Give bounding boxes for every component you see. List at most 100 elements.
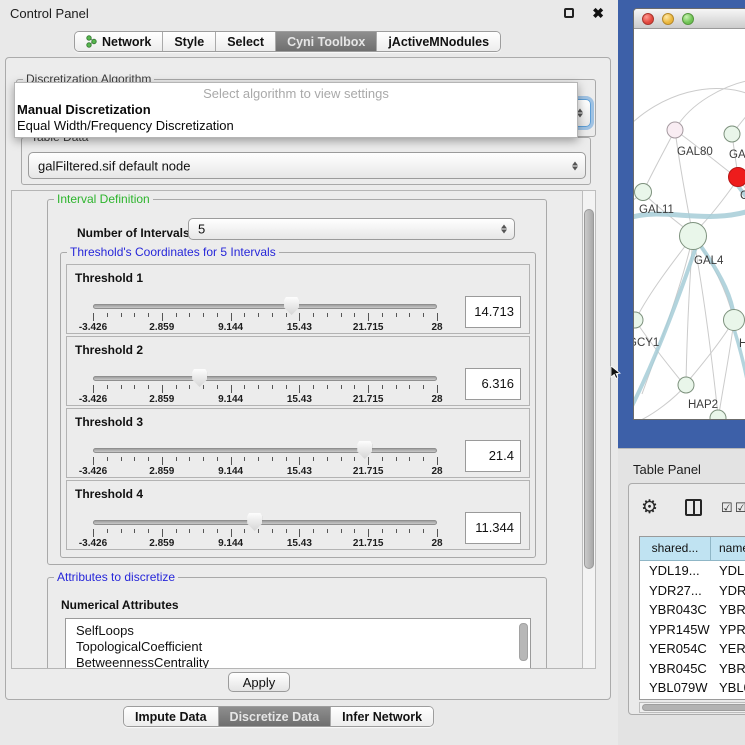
tab-select[interactable]: Select — [216, 32, 276, 51]
network-edge[interactable] — [639, 385, 686, 420]
mode-tab-discretize-data[interactable]: Discretize Data — [219, 707, 332, 726]
slider-tick — [437, 385, 438, 393]
table-hscrollbar[interactable] — [639, 702, 745, 713]
slider-tick-label: -3.426 — [79, 394, 107, 405]
node-hap2[interactable] — [678, 377, 694, 393]
checkbox-icon[interactable]: ☑ — [721, 500, 733, 516]
float-window-icon[interactable] — [564, 8, 574, 18]
slider-tick — [121, 529, 122, 533]
slider-thumb[interactable] — [247, 513, 262, 531]
table-row[interactable]: YDR27...YDR27 — [640, 581, 745, 601]
checkbox-icon[interactable]: ☑ — [735, 500, 745, 516]
slider-tick — [409, 313, 410, 317]
table-row[interactable]: YER054CYER054C — [640, 639, 745, 659]
network-edge[interactable] — [689, 320, 734, 380]
network-edge[interactable] — [675, 79, 745, 130]
tab-label: Style — [174, 35, 204, 49]
threshold-rows: Threshold 1-3.4262.8599.14415.4321.71528… — [66, 264, 530, 552]
settings-scrollbar-thumb[interactable] — [584, 209, 594, 569]
desktop-background: GAL80GACGAL11GAL4GCY1HHAP2 Table Panel ⚙… — [618, 0, 745, 745]
node-label-ga: GA — [729, 149, 745, 161]
attributes-group: Attributes to discretize Numerical Attri… — [47, 577, 547, 669]
tab-cyni-toolbox[interactable]: Cyni Toolbox — [276, 32, 377, 51]
close-traffic-light-icon[interactable] — [642, 13, 654, 25]
dropdown-item-equal-width-frequency[interactable]: Equal Width/Frequency Discretization — [15, 117, 577, 133]
threshold-value-field[interactable]: 14.713 — [465, 296, 521, 328]
node-top-right[interactable] — [724, 126, 740, 142]
table-row[interactable]: YBR045CYBR045C — [640, 659, 745, 679]
tab-network[interactable]: Network — [75, 32, 163, 51]
threshold-slider[interactable]: -3.4262.8599.14415.4321.71528 — [93, 481, 437, 551]
network-edge[interactable] — [644, 130, 675, 190]
node-h[interactable] — [724, 310, 745, 331]
table-header[interactable]: shared...name — [640, 537, 745, 561]
network-edge[interactable] — [634, 88, 745, 129]
table-data-combo[interactable]: galFiltered.sif default node — [28, 152, 586, 179]
threshold-slider[interactable]: -3.4262.8599.14415.4321.71528 — [93, 337, 437, 407]
attribute-item-topologicalcoefficient[interactable]: TopologicalCoefficient — [66, 639, 530, 655]
slider-tick — [134, 385, 135, 389]
network-canvas[interactable]: GAL80GACGAL11GAL4GCY1HHAP2 — [634, 29, 745, 420]
network-window-titlebar[interactable] — [634, 9, 745, 29]
numerical-attributes-list[interactable]: SelfLoopsTopologicalCoefficientBetweenne… — [65, 618, 531, 669]
settings-scrollbar[interactable] — [582, 190, 596, 669]
node-gal11[interactable] — [635, 184, 652, 201]
tab-jactivemnodules[interactable]: jActiveMNodules — [377, 32, 500, 51]
slider-tick — [217, 529, 218, 533]
threshold-slider[interactable]: -3.4262.8599.14415.4321.71528 — [93, 265, 437, 335]
split-columns-icon[interactable] — [685, 499, 702, 516]
cell-name: YER054C — [711, 639, 745, 659]
dropdown-item-manual-discretization[interactable]: Manual Discretization — [15, 101, 577, 117]
network-graph: GAL80GACGAL11GAL4GCY1HHAP2 — [634, 29, 745, 420]
slider-tick — [437, 313, 438, 321]
network-edge[interactable] — [696, 179, 738, 231]
slider-tick-label: 15.43 — [287, 538, 312, 549]
slider-tick — [368, 385, 369, 393]
close-icon[interactable]: ✖ — [592, 5, 604, 22]
node-gal80[interactable] — [667, 122, 683, 138]
slider-track[interactable] — [93, 304, 437, 309]
threshold-value-field[interactable]: 21.4 — [465, 440, 521, 472]
node-red[interactable] — [729, 168, 745, 187]
table-row[interactable]: YBR043CYBR043C — [640, 600, 745, 620]
apply-button[interactable]: Apply — [228, 672, 290, 692]
table-panel-body: ⚙ ☑ ☑ shared...name YDL19...YDL19YDR27..… — [628, 483, 745, 715]
slider-tick-label: 21.715 — [353, 394, 384, 405]
slider-track[interactable] — [93, 520, 437, 525]
tab-style[interactable]: Style — [163, 32, 216, 51]
slider-tick — [176, 385, 177, 389]
table-hscrollbar-thumb[interactable] — [642, 704, 745, 711]
zoom-traffic-light-icon[interactable] — [682, 13, 694, 25]
mode-tab-impute-data[interactable]: Impute Data — [124, 707, 219, 726]
threshold-slider[interactable]: -3.4262.8599.14415.4321.71528 — [93, 409, 437, 479]
mode-tab-infer-network[interactable]: Infer Network — [331, 707, 433, 726]
column-header-name[interactable]: name — [711, 537, 745, 560]
list-scrollbar-thumb[interactable] — [519, 623, 528, 661]
slider-tick — [107, 313, 108, 317]
table-data-group: Table Data galFiltered.sif default node — [21, 137, 591, 185]
node-bottom-cut[interactable] — [710, 410, 726, 420]
gear-icon[interactable]: ⚙ — [641, 496, 658, 519]
table-row[interactable]: YBL079WYBL079W — [640, 678, 745, 698]
table-row[interactable]: YPR145WYPR145W — [640, 620, 745, 640]
cell-name: YDL19 — [711, 561, 745, 581]
table-row[interactable]: YLR345WYLR345W — [640, 698, 745, 701]
slider-thumb[interactable] — [357, 441, 372, 459]
attribute-item-selfloops[interactable]: SelfLoops — [66, 619, 530, 639]
node-gal4[interactable] — [680, 223, 707, 250]
number-of-intervals-combo[interactable]: 5 — [188, 218, 515, 240]
attribute-item-betweennesscentrality[interactable]: BetweennessCentrality — [66, 655, 530, 669]
threshold-value-field[interactable]: 6.316 — [465, 368, 521, 400]
slider-track[interactable] — [93, 448, 437, 453]
node-table[interactable]: shared...name YDL19...YDL19YDR27...YDR27… — [639, 536, 745, 700]
column-header-shared[interactable]: shared... — [640, 537, 711, 560]
minimize-traffic-light-icon[interactable] — [662, 13, 674, 25]
slider-tick — [134, 457, 135, 461]
table-row[interactable]: YDL19...YDL19 — [640, 561, 745, 581]
threshold-value-field[interactable]: 11.344 — [465, 512, 521, 544]
slider-thumb[interactable] — [192, 369, 207, 387]
node-gcy1[interactable] — [634, 312, 643, 328]
slider-track[interactable] — [93, 376, 437, 381]
network-edge[interactable] — [719, 320, 734, 414]
slider-tick — [354, 313, 355, 317]
